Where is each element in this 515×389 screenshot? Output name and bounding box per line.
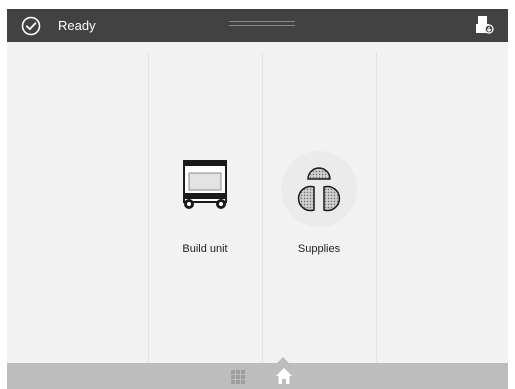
status-text: Ready xyxy=(58,18,96,33)
column-divider xyxy=(376,52,377,363)
bottom-nav-bar xyxy=(7,357,508,389)
tile-label: Supplies xyxy=(297,243,341,255)
build-unit-icon xyxy=(183,160,227,209)
status-bar[interactable]: Ready xyxy=(7,9,508,42)
tile-supplies[interactable]: Supplies xyxy=(271,151,367,257)
column-divider xyxy=(262,52,263,363)
home-content: Build unit Supplies xyxy=(7,42,508,363)
column-divider xyxy=(148,52,149,363)
supplies-icon xyxy=(281,151,357,227)
printer-control-panel: Ready Build unit Supplies xyxy=(7,9,508,389)
tile-build-unit[interactable]: Build unit xyxy=(157,157,253,257)
pull-down-handle[interactable] xyxy=(229,21,295,29)
active-indicator xyxy=(277,357,289,363)
output-tray-icon[interactable] xyxy=(474,15,494,37)
apps-grid-icon[interactable] xyxy=(231,370,245,384)
tile-label: Build unit xyxy=(182,243,228,255)
check-circle-icon xyxy=(21,16,41,36)
home-icon[interactable] xyxy=(275,367,293,385)
